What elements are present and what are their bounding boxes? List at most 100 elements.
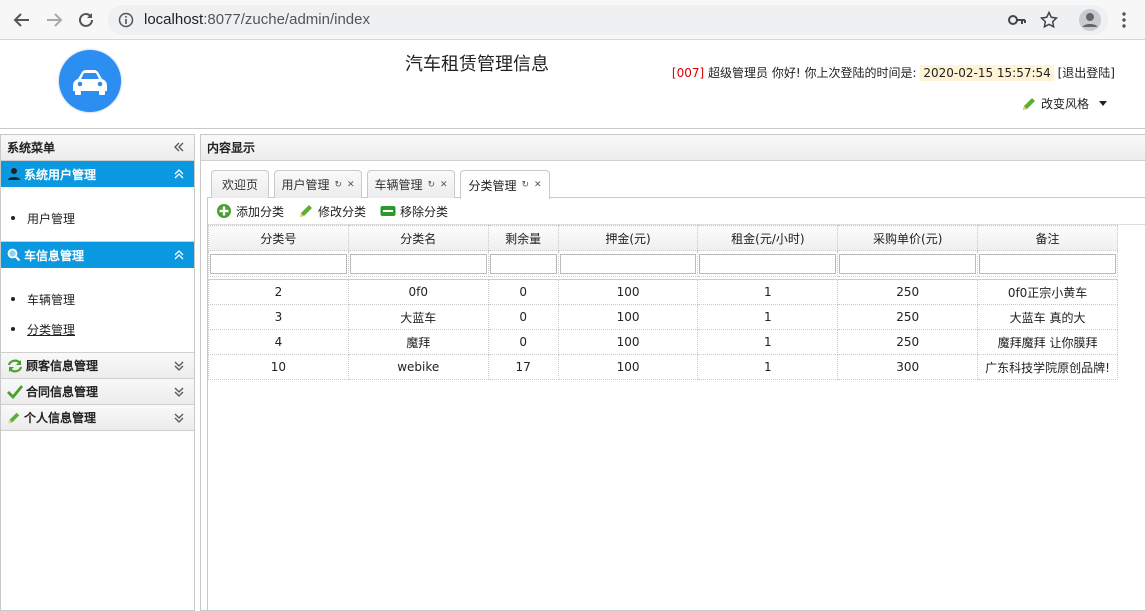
tab-refresh-icon[interactable]: ↻ bbox=[427, 180, 435, 190]
table-cell: 17 bbox=[487, 354, 559, 380]
table-row[interactable]: 4 魔拜 0 100 1 250 魔拜魔拜 让你膜拜 bbox=[208, 329, 1118, 355]
table-cell: 1 bbox=[697, 304, 839, 330]
tab-welcome[interactable]: 欢迎页 bbox=[211, 170, 269, 198]
tab-panel-category-management: 添加分类 修改分类 移除分类 分类号 分类名 剩余量 押金(元) 租金(元/小时… bbox=[207, 198, 1145, 610]
sidebar-group-customer-info[interactable]: 顾客信息管理 bbox=[1, 353, 194, 379]
tab-bar: 欢迎页 用户管理 ↻ ✕ 车辆管理 ↻ ✕ 分类管理 ↻ ✕ bbox=[207, 170, 1145, 199]
table-cell: 100 bbox=[557, 279, 699, 305]
column-header[interactable]: 采购单价(元) bbox=[837, 225, 979, 251]
chevron-down-icon[interactable] bbox=[172, 411, 186, 425]
star-icon[interactable] bbox=[1040, 11, 1058, 29]
table-cell: webike bbox=[347, 354, 489, 380]
filter-input[interactable] bbox=[210, 253, 347, 274]
table-row[interactable]: 10 webike 17 100 1 300 广东科技学院原创品牌! bbox=[208, 354, 1118, 380]
info-icon[interactable] bbox=[118, 12, 134, 28]
sidebar-group-user-management[interactable]: 系统用户管理 bbox=[1, 161, 194, 187]
sidebar-group-car-info-items: 车辆管理 分类管理 bbox=[1, 268, 194, 353]
user-greeting: 超级管理员 你好! 你上次登陆的时间是: bbox=[704, 66, 917, 80]
tab-refresh-icon[interactable]: ↻ bbox=[334, 180, 342, 190]
user-id: [007] bbox=[671, 66, 705, 80]
menu-kebab-icon[interactable] bbox=[1112, 8, 1136, 32]
chevron-down-icon[interactable] bbox=[172, 359, 186, 373]
change-style-button[interactable]: 改变风格 bbox=[1021, 95, 1107, 112]
table-cell: 250 bbox=[837, 329, 979, 355]
sidebar-group-user-management-items: 用户管理 bbox=[1, 187, 194, 242]
content-panel: 内容显示 欢迎页 用户管理 ↻ ✕ 车辆管理 ↻ ✕ 分类管理 ↻ ✕ 添加分类 修改… bbox=[200, 134, 1145, 611]
collapse-left-icon[interactable] bbox=[172, 140, 186, 154]
app-header: 汽车租赁管理信息 [007] 超级管理员 你好! 你上次登陆的时间是: 2020… bbox=[0, 41, 1145, 129]
bullet bbox=[11, 216, 15, 220]
remove-icon bbox=[380, 206, 396, 216]
table-cell: 0 bbox=[487, 329, 559, 355]
filter-input[interactable] bbox=[489, 253, 557, 274]
table-cell: 0f0 bbox=[347, 279, 489, 305]
profile-avatar-icon[interactable] bbox=[1078, 8, 1102, 32]
table-cell: 100 bbox=[557, 304, 699, 330]
sidebar-group-contract-info[interactable]: 合同信息管理 bbox=[1, 379, 194, 405]
remove-category-button[interactable]: 移除分类 bbox=[380, 203, 448, 220]
address-bar[interactable]: localhost:8077/zuche/admin/index bbox=[108, 5, 1108, 35]
user-icon bbox=[8, 168, 20, 180]
table-cell: 0 bbox=[487, 304, 559, 330]
reload-icon[interactable] bbox=[74, 8, 98, 32]
table-header-row: 分类号 分类名 剩余量 押金(元) 租金(元/小时) 采购单价(元) 备注 bbox=[208, 225, 1118, 251]
bullet bbox=[11, 297, 15, 301]
filter-input[interactable] bbox=[699, 253, 837, 274]
tab-vehicle-management[interactable]: 车辆管理 ↻ ✕ bbox=[367, 170, 455, 198]
back-icon[interactable] bbox=[10, 8, 34, 32]
table-cell: 大蓝车 真的大 bbox=[977, 304, 1118, 330]
table-cell: 2 bbox=[208, 279, 349, 305]
table-row[interactable]: 3 大蓝车 0 100 1 250 大蓝车 真的大 bbox=[208, 304, 1118, 330]
bullet bbox=[11, 327, 15, 331]
last-login-time: 2020-02-15 15:57:54 bbox=[920, 65, 1054, 81]
tab-close-icon[interactable]: ✕ bbox=[534, 180, 542, 190]
column-header[interactable]: 押金(元) bbox=[557, 225, 699, 251]
sidebar-group-car-info[interactable]: 车信息管理 bbox=[1, 242, 194, 268]
sidebar-item-user-management[interactable]: 用户管理 bbox=[1, 203, 194, 233]
car-logo-icon bbox=[59, 50, 121, 112]
datagrid-toolbar: 添加分类 修改分类 移除分类 bbox=[208, 198, 1145, 225]
table-cell: 100 bbox=[557, 354, 699, 380]
change-style-label: 改变风格 bbox=[1040, 97, 1089, 111]
filter-input[interactable] bbox=[559, 253, 697, 274]
chevron-up-icon[interactable] bbox=[172, 167, 186, 181]
table-cell: 魔拜 bbox=[347, 329, 489, 355]
sidebar-item-category-management[interactable]: 分类管理 bbox=[1, 314, 194, 344]
column-header[interactable]: 租金(元/小时) bbox=[697, 225, 839, 251]
forward-icon[interactable] bbox=[42, 8, 66, 32]
tab-user-management[interactable]: 用户管理 ↻ ✕ bbox=[274, 170, 362, 198]
column-header[interactable]: 备注 bbox=[977, 225, 1118, 251]
edit-category-button[interactable]: 修改分类 bbox=[298, 203, 366, 220]
table-cell: 魔拜魔拜 让你膜拜 bbox=[977, 329, 1118, 355]
app-title: 汽车租赁管理信息 bbox=[405, 54, 549, 75]
sidebar-group-personal-info[interactable]: 个人信息管理 bbox=[1, 405, 194, 431]
tab-category-management[interactable]: 分类管理 ↻ ✕ bbox=[460, 170, 550, 199]
sidebar-title: 系统菜单 bbox=[7, 141, 56, 155]
key-icon[interactable] bbox=[1008, 13, 1026, 27]
filter-input[interactable] bbox=[349, 253, 487, 274]
refresh-arrows-icon bbox=[7, 359, 23, 372]
add-category-button[interactable]: 添加分类 bbox=[216, 203, 284, 220]
table-cell: 300 bbox=[837, 354, 979, 380]
filter-input[interactable] bbox=[979, 253, 1116, 274]
sidebar-item-vehicle-management[interactable]: 车辆管理 bbox=[1, 284, 194, 314]
sidebar: 系统菜单 系统用户管理 用户管理 车信息管理 车辆管理 分类管理 顾客信息管理 … bbox=[0, 134, 195, 611]
user-info: [007] 超级管理员 你好! 你上次登陆的时间是: 2020-02-15 15… bbox=[672, 64, 1115, 81]
table-cell: 大蓝车 bbox=[347, 304, 489, 330]
tab-refresh-icon[interactable]: ↻ bbox=[521, 180, 529, 190]
chevron-down-icon[interactable] bbox=[172, 385, 186, 399]
tab-close-icon[interactable]: ✕ bbox=[347, 180, 355, 190]
caret-down-icon bbox=[1099, 101, 1107, 106]
tab-close-icon[interactable]: ✕ bbox=[440, 180, 448, 190]
pencil-icon bbox=[1022, 97, 1035, 110]
filter-row bbox=[208, 250, 1118, 277]
sidebar-header: 系统菜单 bbox=[1, 135, 194, 161]
column-header[interactable]: 剩余量 bbox=[487, 225, 559, 251]
table-cell: 4 bbox=[208, 329, 349, 355]
table-row[interactable]: 2 0f0 0 100 1 250 0f0正宗小黄车 bbox=[208, 279, 1118, 305]
filter-input[interactable] bbox=[839, 253, 977, 274]
column-header[interactable]: 分类名 bbox=[347, 225, 489, 251]
chevron-up-icon[interactable] bbox=[172, 248, 186, 262]
column-header[interactable]: 分类号 bbox=[208, 225, 349, 251]
logout-link[interactable]: [退出登陆] bbox=[1058, 66, 1115, 80]
